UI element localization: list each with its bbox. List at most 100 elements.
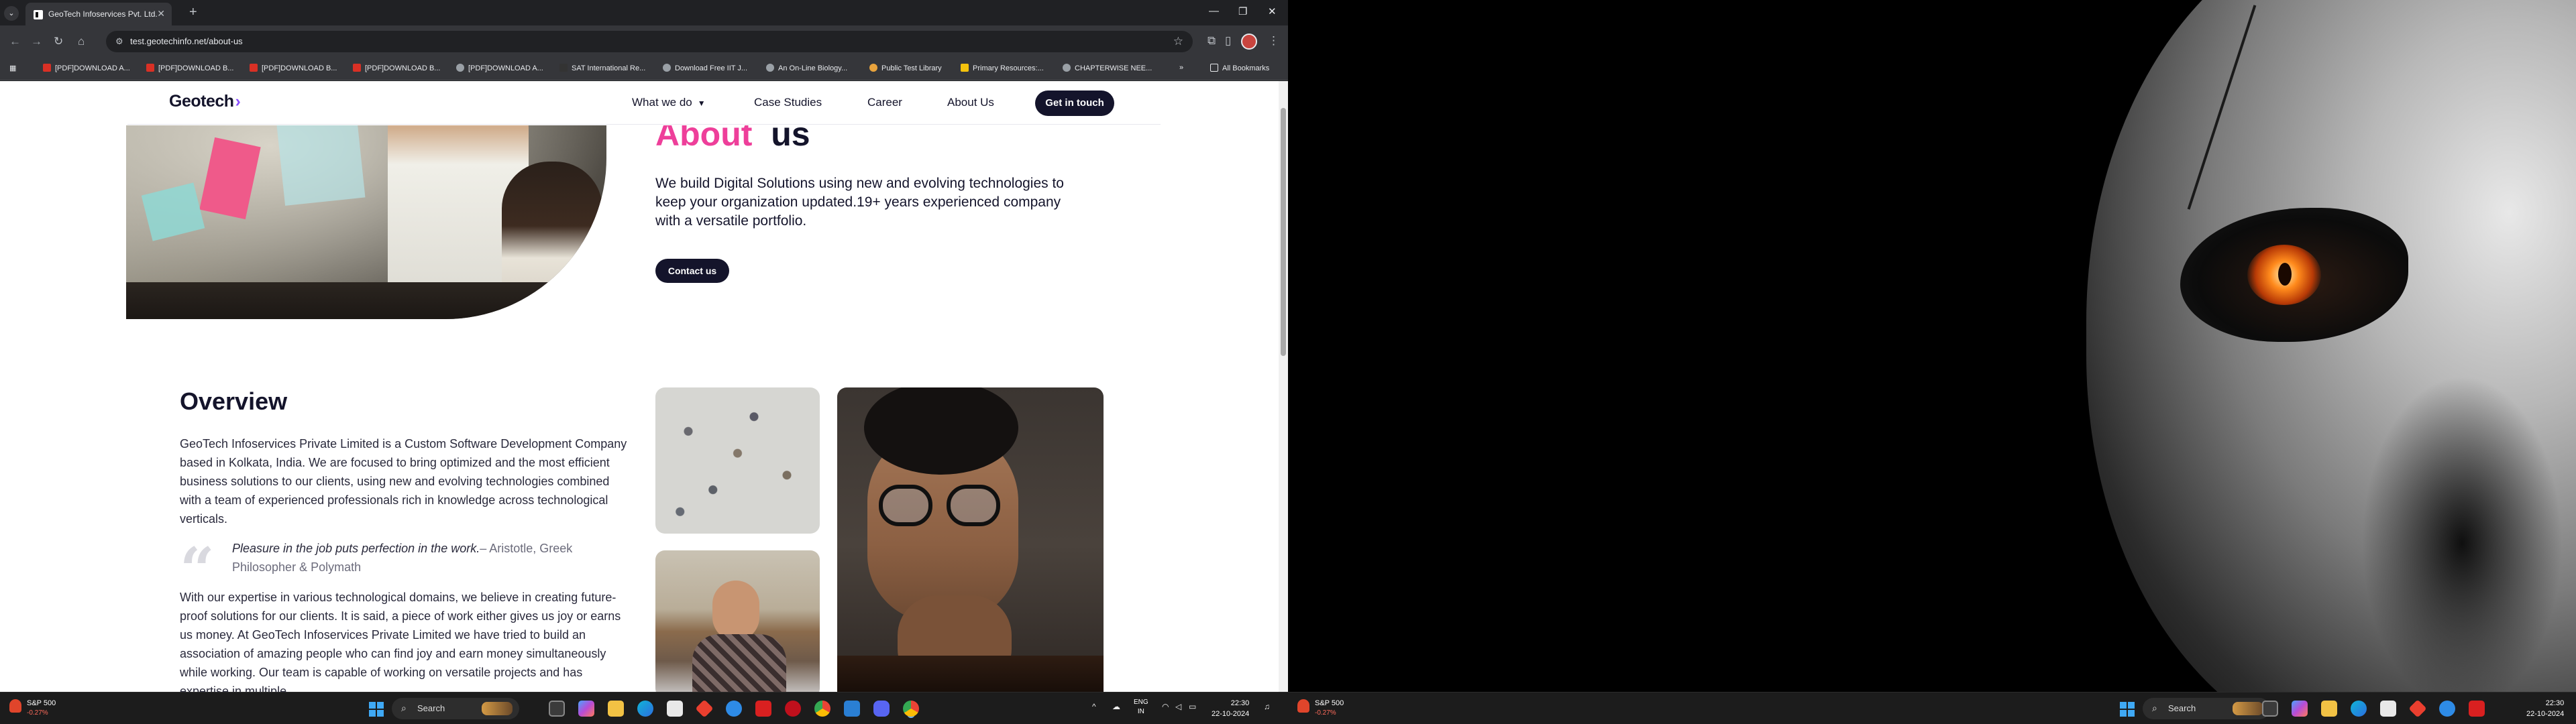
taskbar-search[interactable]: ⌕ Search xyxy=(392,698,519,719)
edge-icon[interactable] xyxy=(2351,701,2367,717)
notification-bell-icon[interactable]: ♫ xyxy=(1264,702,1270,711)
get-in-touch-button[interactable]: Get in touch xyxy=(1035,90,1114,116)
site-favicon-icon xyxy=(34,10,43,19)
kebab-menu-icon[interactable]: ⋮ xyxy=(1268,34,1279,48)
tray-overflow-icon[interactable]: ^ xyxy=(1092,702,1096,711)
bookmark-item[interactable]: [PDF]DOWNLOAD B... xyxy=(353,64,440,72)
bookmark-item[interactable]: [PDF]DOWNLOAD B... xyxy=(250,64,337,72)
active-tab[interactable]: GeoTech Infoservices Pvt. Ltd. ✕ xyxy=(25,3,172,25)
discord-icon[interactable] xyxy=(873,701,890,717)
forward-arrow-icon[interactable]: → xyxy=(31,35,42,48)
quote-text: Pleasure in the job puts perfection in t… xyxy=(232,542,480,555)
desktop: ⌄ GeoTech Infoservices Pvt. Ltd. ✕ + — ❐… xyxy=(0,0,2576,724)
taskbar-search[interactable]: ⌕ Search xyxy=(2143,698,2270,719)
skull-wallpaper xyxy=(1288,0,2576,692)
profile-avatar[interactable] xyxy=(1241,34,1257,50)
scrollbar-thumb[interactable] xyxy=(1281,108,1286,356)
clock[interactable]: 22:30 22-10-2024 xyxy=(1212,698,1249,719)
task-view-icon[interactable] xyxy=(549,701,565,717)
nav-what-we-do[interactable]: What we do ▼ xyxy=(632,96,706,109)
bookmark-item[interactable]: [PDF]DOWNLOAD A... xyxy=(43,64,130,72)
address-url[interactable]: test.geotechinfo.net/about-us xyxy=(130,36,243,46)
site-logo[interactable]: Geotech› xyxy=(169,92,241,111)
task-view-icon[interactable] xyxy=(2262,701,2278,717)
tab-close-icon[interactable]: ✕ xyxy=(157,8,165,19)
red-app-icon[interactable] xyxy=(2408,699,2427,718)
apps-grid-icon[interactable]: ▦ xyxy=(9,64,16,72)
opera-icon[interactable] xyxy=(785,701,801,717)
globe-icon xyxy=(766,64,774,72)
bookmark-item[interactable]: CHAPTERWISE NEE... xyxy=(1063,64,1152,72)
bookmark-item[interactable]: An On-Line Biology... xyxy=(766,64,847,72)
smiling-man-photo xyxy=(655,550,820,692)
page-scrollbar[interactable] xyxy=(1279,81,1288,692)
pdf-icon xyxy=(353,64,361,72)
bookmark-item[interactable]: [PDF]DOWNLOAD B... xyxy=(146,64,233,72)
file-explorer-icon[interactable] xyxy=(608,701,624,717)
chrome-icon[interactable] xyxy=(814,701,830,717)
logo-chevron-icon: › xyxy=(235,92,241,111)
battery-icon[interactable]: ▭ xyxy=(1189,702,1196,711)
hero-description: We build Digital Solutions using new and… xyxy=(655,176,1064,229)
new-tab-button[interactable]: + xyxy=(189,5,197,19)
search-highlight-icon xyxy=(2233,702,2263,715)
nav-career[interactable]: Career xyxy=(867,96,902,109)
site-info-icon[interactable]: ⚙ xyxy=(115,36,123,47)
restore-button[interactable]: ❐ xyxy=(1238,5,1247,17)
blue-app-icon[interactable] xyxy=(2439,701,2455,717)
blue-app-icon[interactable] xyxy=(726,701,742,717)
overview-heading: Overview xyxy=(180,387,288,415)
left-monitor: ⌄ GeoTech Infoservices Pvt. Ltd. ✕ + — ❐… xyxy=(0,0,1288,724)
copilot-icon[interactable] xyxy=(2292,701,2308,717)
cloud-icon[interactable]: ☁ xyxy=(1112,702,1120,711)
copilot-icon[interactable] xyxy=(578,701,594,717)
language-indicator[interactable]: ENG IN xyxy=(1134,698,1148,717)
search-icon: ⌕ xyxy=(2152,703,2157,713)
bookmark-item[interactable]: [PDF]DOWNLOAD A... xyxy=(456,64,543,72)
search-label: Search xyxy=(417,703,445,713)
mcafee-icon[interactable] xyxy=(2469,701,2485,717)
contact-us-button[interactable]: Contact us xyxy=(655,259,729,283)
search-highlight-icon xyxy=(482,702,513,715)
edge-icon[interactable] xyxy=(637,701,653,717)
volume-icon[interactable]: ◁ xyxy=(1175,702,1181,711)
mcafee-icon[interactable] xyxy=(755,701,771,717)
search-icon: ⌕ xyxy=(401,703,407,713)
bookmarks-overflow-icon[interactable]: » xyxy=(1179,64,1183,72)
nav-case-studies[interactable]: Case Studies xyxy=(754,96,822,109)
bookmark-item[interactable]: Primary Resources:... xyxy=(961,64,1044,72)
windows-start-icon[interactable] xyxy=(369,702,384,717)
red-app-icon[interactable] xyxy=(695,699,714,718)
globe-icon xyxy=(663,64,671,72)
minimize-button[interactable]: — xyxy=(1209,5,1219,17)
windows-start-icon[interactable] xyxy=(2120,702,2135,717)
bookmark-star-icon[interactable]: ☆ xyxy=(1173,35,1183,48)
bookmark-item[interactable]: SAT International Re... xyxy=(559,64,645,72)
pdf-icon xyxy=(146,64,154,72)
wifi-icon[interactable]: ◠ xyxy=(1162,702,1169,711)
right-monitor: S&P 500 -0.27% ⌕ Search 22:30 22-10-2024 xyxy=(1288,0,2576,724)
chrome-active-icon[interactable] xyxy=(903,701,919,717)
bookmark-item[interactable]: Public Test Library xyxy=(869,64,942,72)
home-icon[interactable]: ⌂ xyxy=(78,35,85,48)
close-window-button[interactable]: ✕ xyxy=(1268,5,1277,17)
bookmark-item[interactable]: Download Free IIT J... xyxy=(663,64,747,72)
all-bookmarks[interactable]: All Bookmarks xyxy=(1210,64,1269,72)
pdf-icon xyxy=(43,64,51,72)
address-bar[interactable]: ⚙ test.geotechinfo.net/about-us ☆ xyxy=(106,31,1193,52)
stock-change: -0.27% xyxy=(27,709,48,717)
store-icon[interactable] xyxy=(2380,701,2396,717)
site-header: Geotech› What we do ▼ Case Studies Career… xyxy=(0,81,1279,125)
overview-paragraph-2: With our expertise in various technologi… xyxy=(180,591,621,692)
taskbar-left: S&P 500 -0.27% ⌕ Search ^ ☁ ENG IN ◠ ◁ ▭… xyxy=(0,692,1288,724)
tab-search-button[interactable]: ⌄ xyxy=(4,6,19,21)
back-arrow-icon[interactable]: ← xyxy=(9,35,21,48)
file-explorer-icon[interactable] xyxy=(2321,701,2337,717)
mail-icon[interactable] xyxy=(844,701,860,717)
tab-sidebar-icon[interactable]: ▯ xyxy=(1225,34,1231,48)
reload-icon[interactable]: ↻ xyxy=(54,35,63,48)
extensions-puzzle-icon[interactable]: ⧉ xyxy=(1208,34,1216,48)
store-icon[interactable] xyxy=(667,701,683,717)
nav-about-us[interactable]: About Us xyxy=(947,96,994,109)
clock[interactable]: 22:30 22-10-2024 xyxy=(2526,698,2564,719)
